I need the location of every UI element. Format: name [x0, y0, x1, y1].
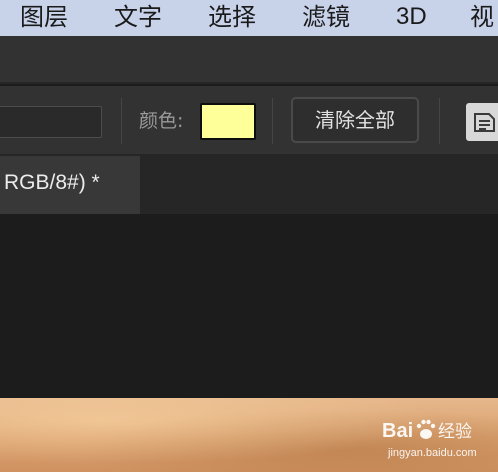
document-tab-title: RGB/8#) *	[4, 171, 100, 194]
panel-toggle-button[interactable]	[466, 103, 498, 141]
option-input-field[interactable]	[0, 106, 102, 138]
menu-filter[interactable]: 滤镜	[302, 0, 350, 36]
application-bar	[0, 36, 498, 84]
menu-view[interactable]: 视	[470, 0, 494, 36]
menu-bar: 图层 文字 选择 滤镜 3D 视	[0, 0, 498, 36]
wm-suffix-text: 经验	[438, 422, 472, 442]
watermark-url: jingyan.baidu.com	[388, 447, 477, 459]
menu-select[interactable]: 选择	[208, 0, 256, 36]
document-tab-bar: RGB/8#) *	[0, 156, 498, 214]
document-tab[interactable]: RGB/8#) *	[0, 156, 140, 214]
divider	[272, 98, 273, 144]
divider	[121, 98, 122, 144]
menu-type[interactable]: 文字	[114, 0, 162, 36]
menu-layer[interactable]: 图层	[20, 0, 68, 36]
paw-icon	[416, 419, 436, 439]
tool-options-bar: 颜色: 清除全部	[0, 86, 498, 156]
baidu-logo: Bai 经验	[382, 419, 472, 442]
workspace-background	[0, 214, 498, 398]
wm-main-text: Bai	[382, 420, 413, 442]
divider	[439, 98, 440, 144]
color-label: 颜色:	[139, 110, 184, 132]
notes-panel-icon	[474, 113, 495, 132]
baidu-watermark: Bai 经验 jingyan.baidu.com	[382, 414, 498, 470]
clear-all-button[interactable]: 清除全部	[291, 97, 419, 143]
color-swatch[interactable]	[200, 103, 256, 140]
document-canvas[interactable]: Bai 经验 jingyan.baidu.com	[0, 398, 498, 472]
menu-3d[interactable]: 3D	[396, 0, 427, 36]
divider	[0, 82, 498, 84]
